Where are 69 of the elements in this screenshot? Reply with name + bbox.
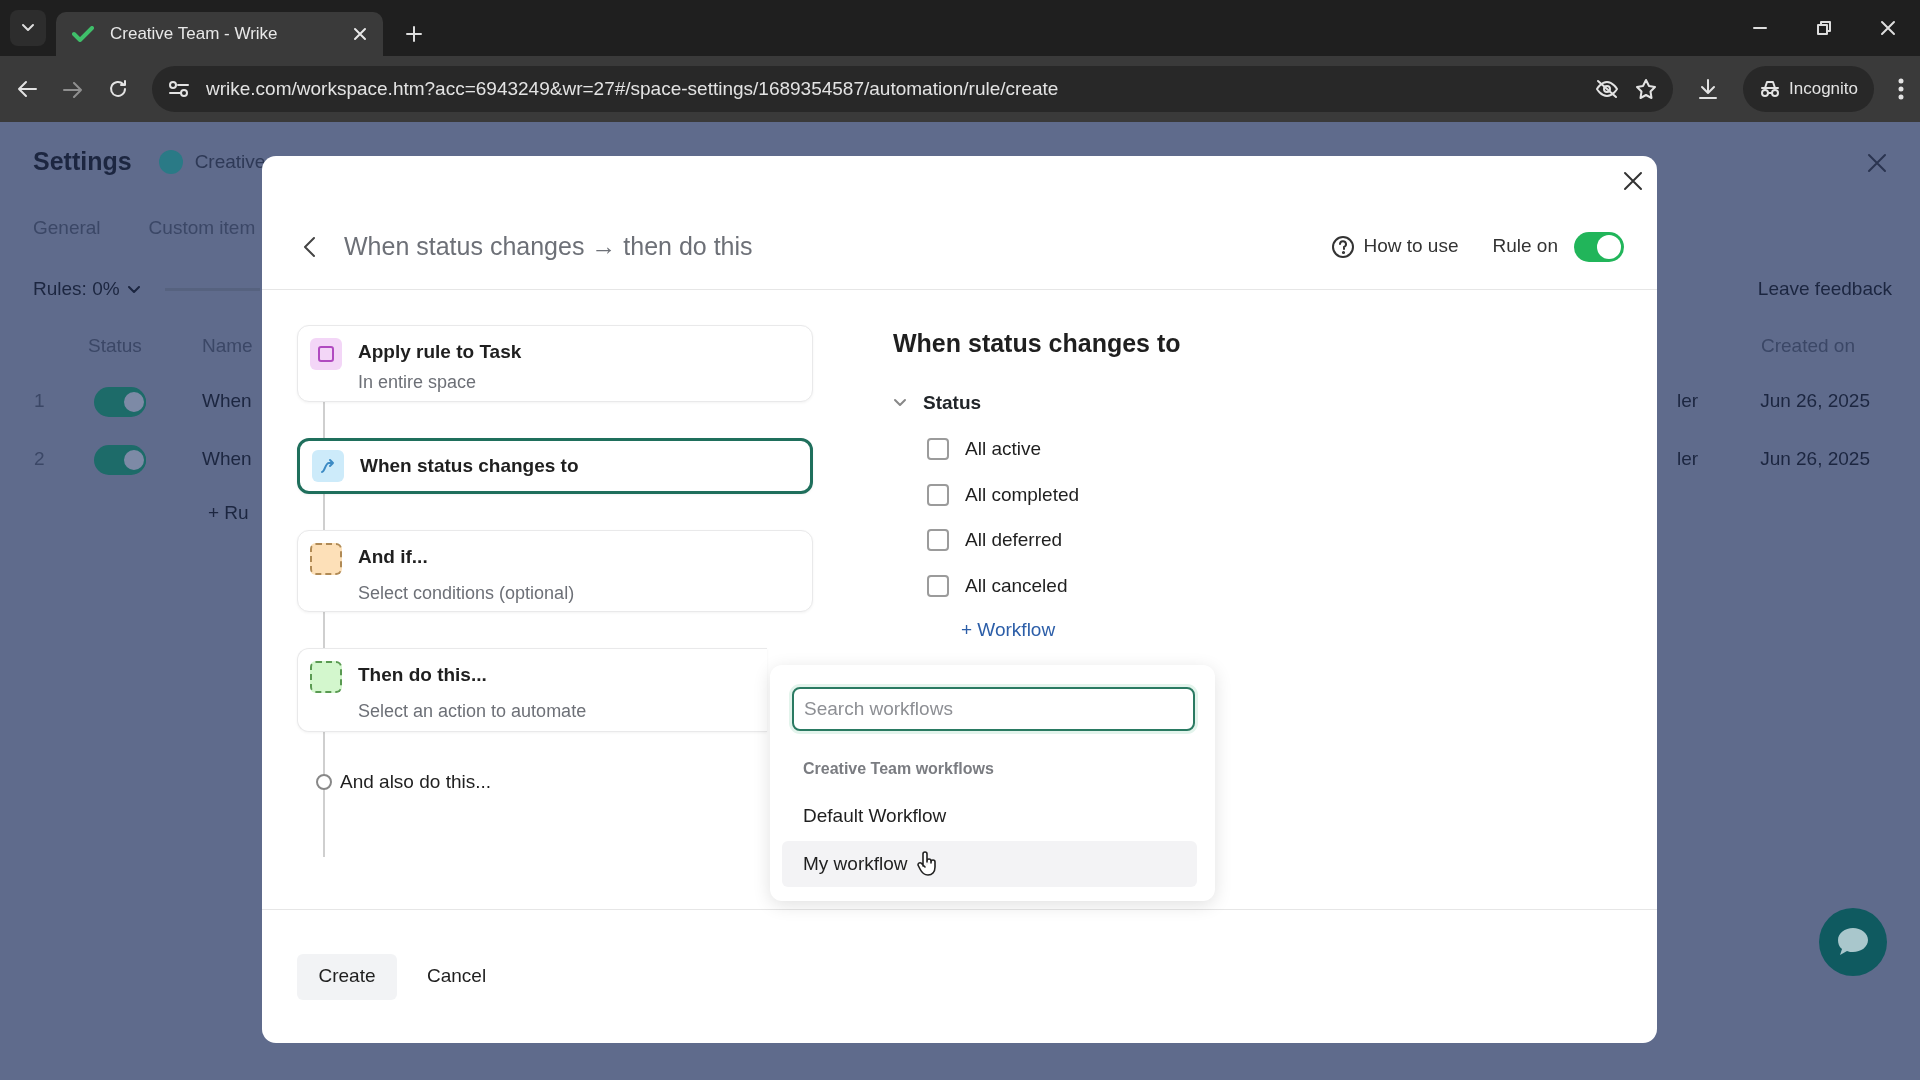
browser-tab[interactable]: Creative Team - Wrike xyxy=(56,12,383,56)
status-group-toggle[interactable]: Status xyxy=(893,388,982,417)
plus-icon[interactable] xyxy=(405,25,423,43)
cancel-button[interactable]: Cancel xyxy=(421,961,493,992)
tab-title: Creative Team - Wrike xyxy=(110,23,279,46)
how-to-use-button[interactable]: How to use xyxy=(1331,232,1459,261)
section-heading: When status changes to xyxy=(893,328,1181,359)
create-button[interactable]: Create xyxy=(297,953,397,1000)
workflow-option[interactable]: My workflow xyxy=(782,841,1197,887)
table-cell-text: ler xyxy=(1677,389,1699,414)
chevron-down-icon xyxy=(21,23,35,33)
checkbox-label: All completed xyxy=(965,482,1080,507)
add-workflow-link[interactable]: + Workflow xyxy=(961,616,1056,645)
step-subtitle: In entire space xyxy=(358,370,478,394)
checkbox-label: All deferred xyxy=(965,528,1063,552)
download-icon[interactable] xyxy=(1697,78,1719,100)
step-dot xyxy=(316,774,332,791)
eye-off-icon[interactable] xyxy=(1595,79,1619,99)
step-title: When status changes to xyxy=(360,453,579,478)
incognito-icon xyxy=(1759,80,1781,98)
step-subtitle: Select conditions (optional) xyxy=(358,581,575,605)
step-card[interactable]: And if... Select conditions (optional) xyxy=(297,530,813,612)
add-step-link[interactable]: And also do this... xyxy=(340,768,492,797)
space-icon xyxy=(158,150,183,174)
search-field[interactable]: Search workflows xyxy=(792,687,1195,731)
close-icon xyxy=(1623,170,1643,191)
forward-arrow-icon[interactable] xyxy=(62,79,84,100)
checkmark-logo-icon xyxy=(72,26,94,42)
tab-list-button[interactable] xyxy=(10,10,46,46)
more-menu-icon[interactable] xyxy=(1898,78,1904,100)
step-title: And if... xyxy=(358,545,429,569)
step-card[interactable]: Apply rule to Task In entire space xyxy=(297,325,813,402)
rule-name: When xyxy=(202,389,252,414)
page-title: Settings xyxy=(33,146,132,178)
rule-on-toggle[interactable] xyxy=(1574,231,1624,262)
rule-on-label: Rule on xyxy=(1492,234,1558,259)
step-title: Then do this... xyxy=(358,663,488,687)
rule-title: When status changes → then do this xyxy=(344,230,753,262)
restore-icon[interactable] xyxy=(1816,20,1832,36)
workflow-option[interactable]: Default Workflow xyxy=(782,793,1197,839)
rule-toggle[interactable] xyxy=(94,444,146,475)
help-icon xyxy=(1331,234,1356,259)
reload-icon[interactable] xyxy=(108,79,128,99)
group-label: Creative Team workflows xyxy=(803,759,995,779)
site-settings-icon[interactable] xyxy=(168,80,190,98)
created-date: Jun 26, 2025 xyxy=(1760,447,1870,472)
rule-name: When xyxy=(202,447,252,472)
checkbox-label: All active xyxy=(965,437,1042,461)
checkbox[interactable] xyxy=(927,529,949,552)
checkbox-label: All canceled xyxy=(965,573,1068,598)
checkbox[interactable] xyxy=(927,483,949,506)
back-button[interactable] xyxy=(302,234,316,259)
checkbox[interactable] xyxy=(927,438,949,461)
note-icon xyxy=(317,345,335,363)
back-arrow-icon[interactable] xyxy=(16,79,38,99)
hand-pointer-icon xyxy=(915,850,938,879)
rule-toggle[interactable] xyxy=(94,386,146,417)
curve-arrow-icon xyxy=(319,457,337,475)
step-title: Apply rule to Task xyxy=(358,340,522,364)
step-card[interactable]: Then do this... Select an action to automate xyxy=(297,648,767,732)
step-subtitle: Select an action to automate xyxy=(358,699,587,723)
chevron-left-icon xyxy=(302,236,316,259)
incognito-button[interactable]: Incognito xyxy=(1743,66,1874,112)
table-cell-text: ler xyxy=(1677,447,1699,472)
star-icon[interactable] xyxy=(1635,78,1657,100)
chevron-down-icon xyxy=(127,286,140,295)
step-card[interactable]: When status changes to xyxy=(297,438,813,494)
created-date: Jun 26, 2025 xyxy=(1760,389,1870,414)
checkbox[interactable] xyxy=(927,574,949,597)
